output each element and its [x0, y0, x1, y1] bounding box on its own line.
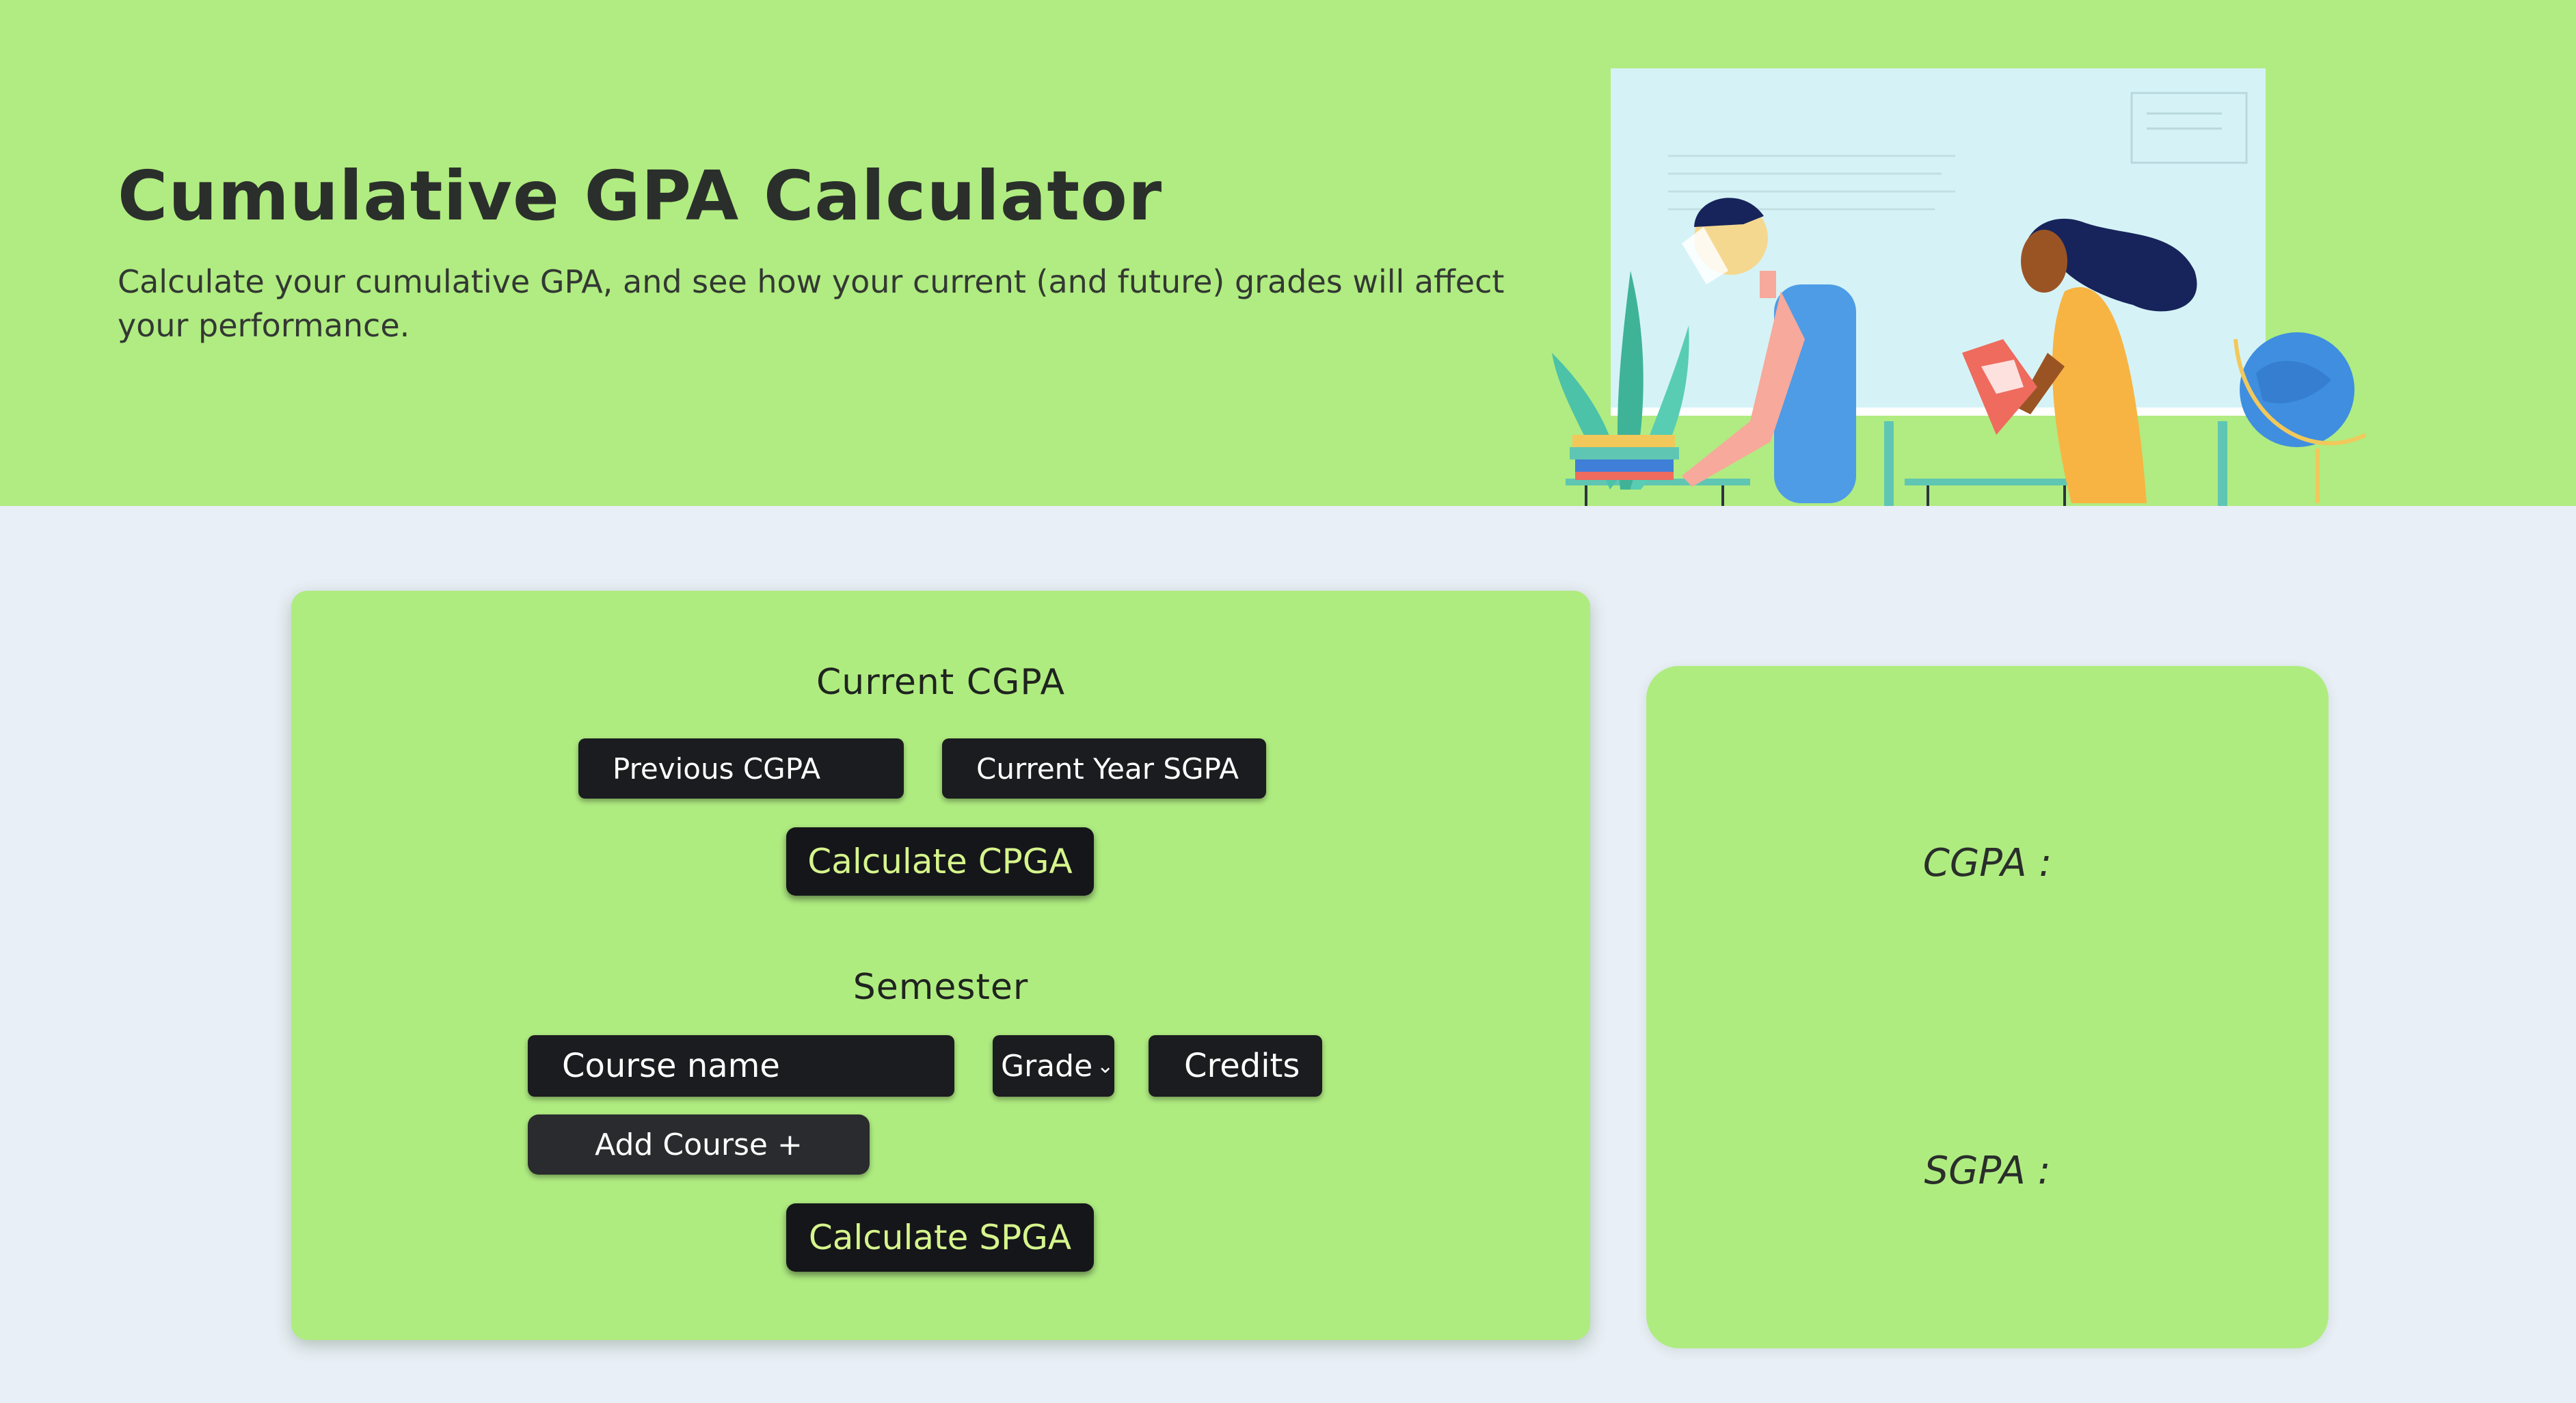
grade-select[interactable]: Grade ⌄ — [993, 1035, 1114, 1097]
calculate-cgpa-button[interactable]: Calculate CPGA — [786, 827, 1094, 896]
course-name-input[interactable]: Course name — [528, 1035, 954, 1097]
grade-select-value: Grade — [1001, 1048, 1093, 1084]
students-studying-illustration — [1552, 68, 2367, 506]
cgpa-result-label: CGPA : — [1922, 841, 2052, 885]
calculator-card: Current CGPA Previous CGPA Current Year … — [291, 591, 1590, 1340]
current-cgpa-heading: Current CGPA — [816, 662, 1066, 703]
page-title: Cumulative GPA Calculator — [118, 156, 1163, 236]
add-course-button[interactable]: Add Course + — [528, 1114, 870, 1175]
credits-input[interactable]: Credits — [1149, 1035, 1322, 1097]
sgpa-result-label: SGPA : — [1924, 1149, 2051, 1193]
calculate-sgpa-button[interactable]: Calculate SPGA — [786, 1203, 1094, 1272]
previous-cgpa-input[interactable]: Previous CGPA — [578, 738, 904, 799]
credits-placeholder: Credits — [1184, 1047, 1300, 1085]
current-year-sgpa-input[interactable]: Current Year SGPA — [942, 738, 1266, 799]
chevron-down-icon: ⌄ — [1097, 1054, 1114, 1078]
results-card: CGPA : SGPA : — [1646, 666, 2329, 1348]
previous-cgpa-placeholder: Previous CGPA — [613, 751, 821, 786]
semester-heading: Semester — [853, 967, 1029, 1008]
course-name-placeholder: Course name — [562, 1047, 780, 1085]
current-year-sgpa-placeholder: Current Year SGPA — [976, 751, 1239, 786]
hero-banner: Cumulative GPA Calculator Calculate your… — [0, 0, 2576, 506]
page-subtitle: Calculate your cumulative GPA, and see h… — [118, 263, 1505, 344]
